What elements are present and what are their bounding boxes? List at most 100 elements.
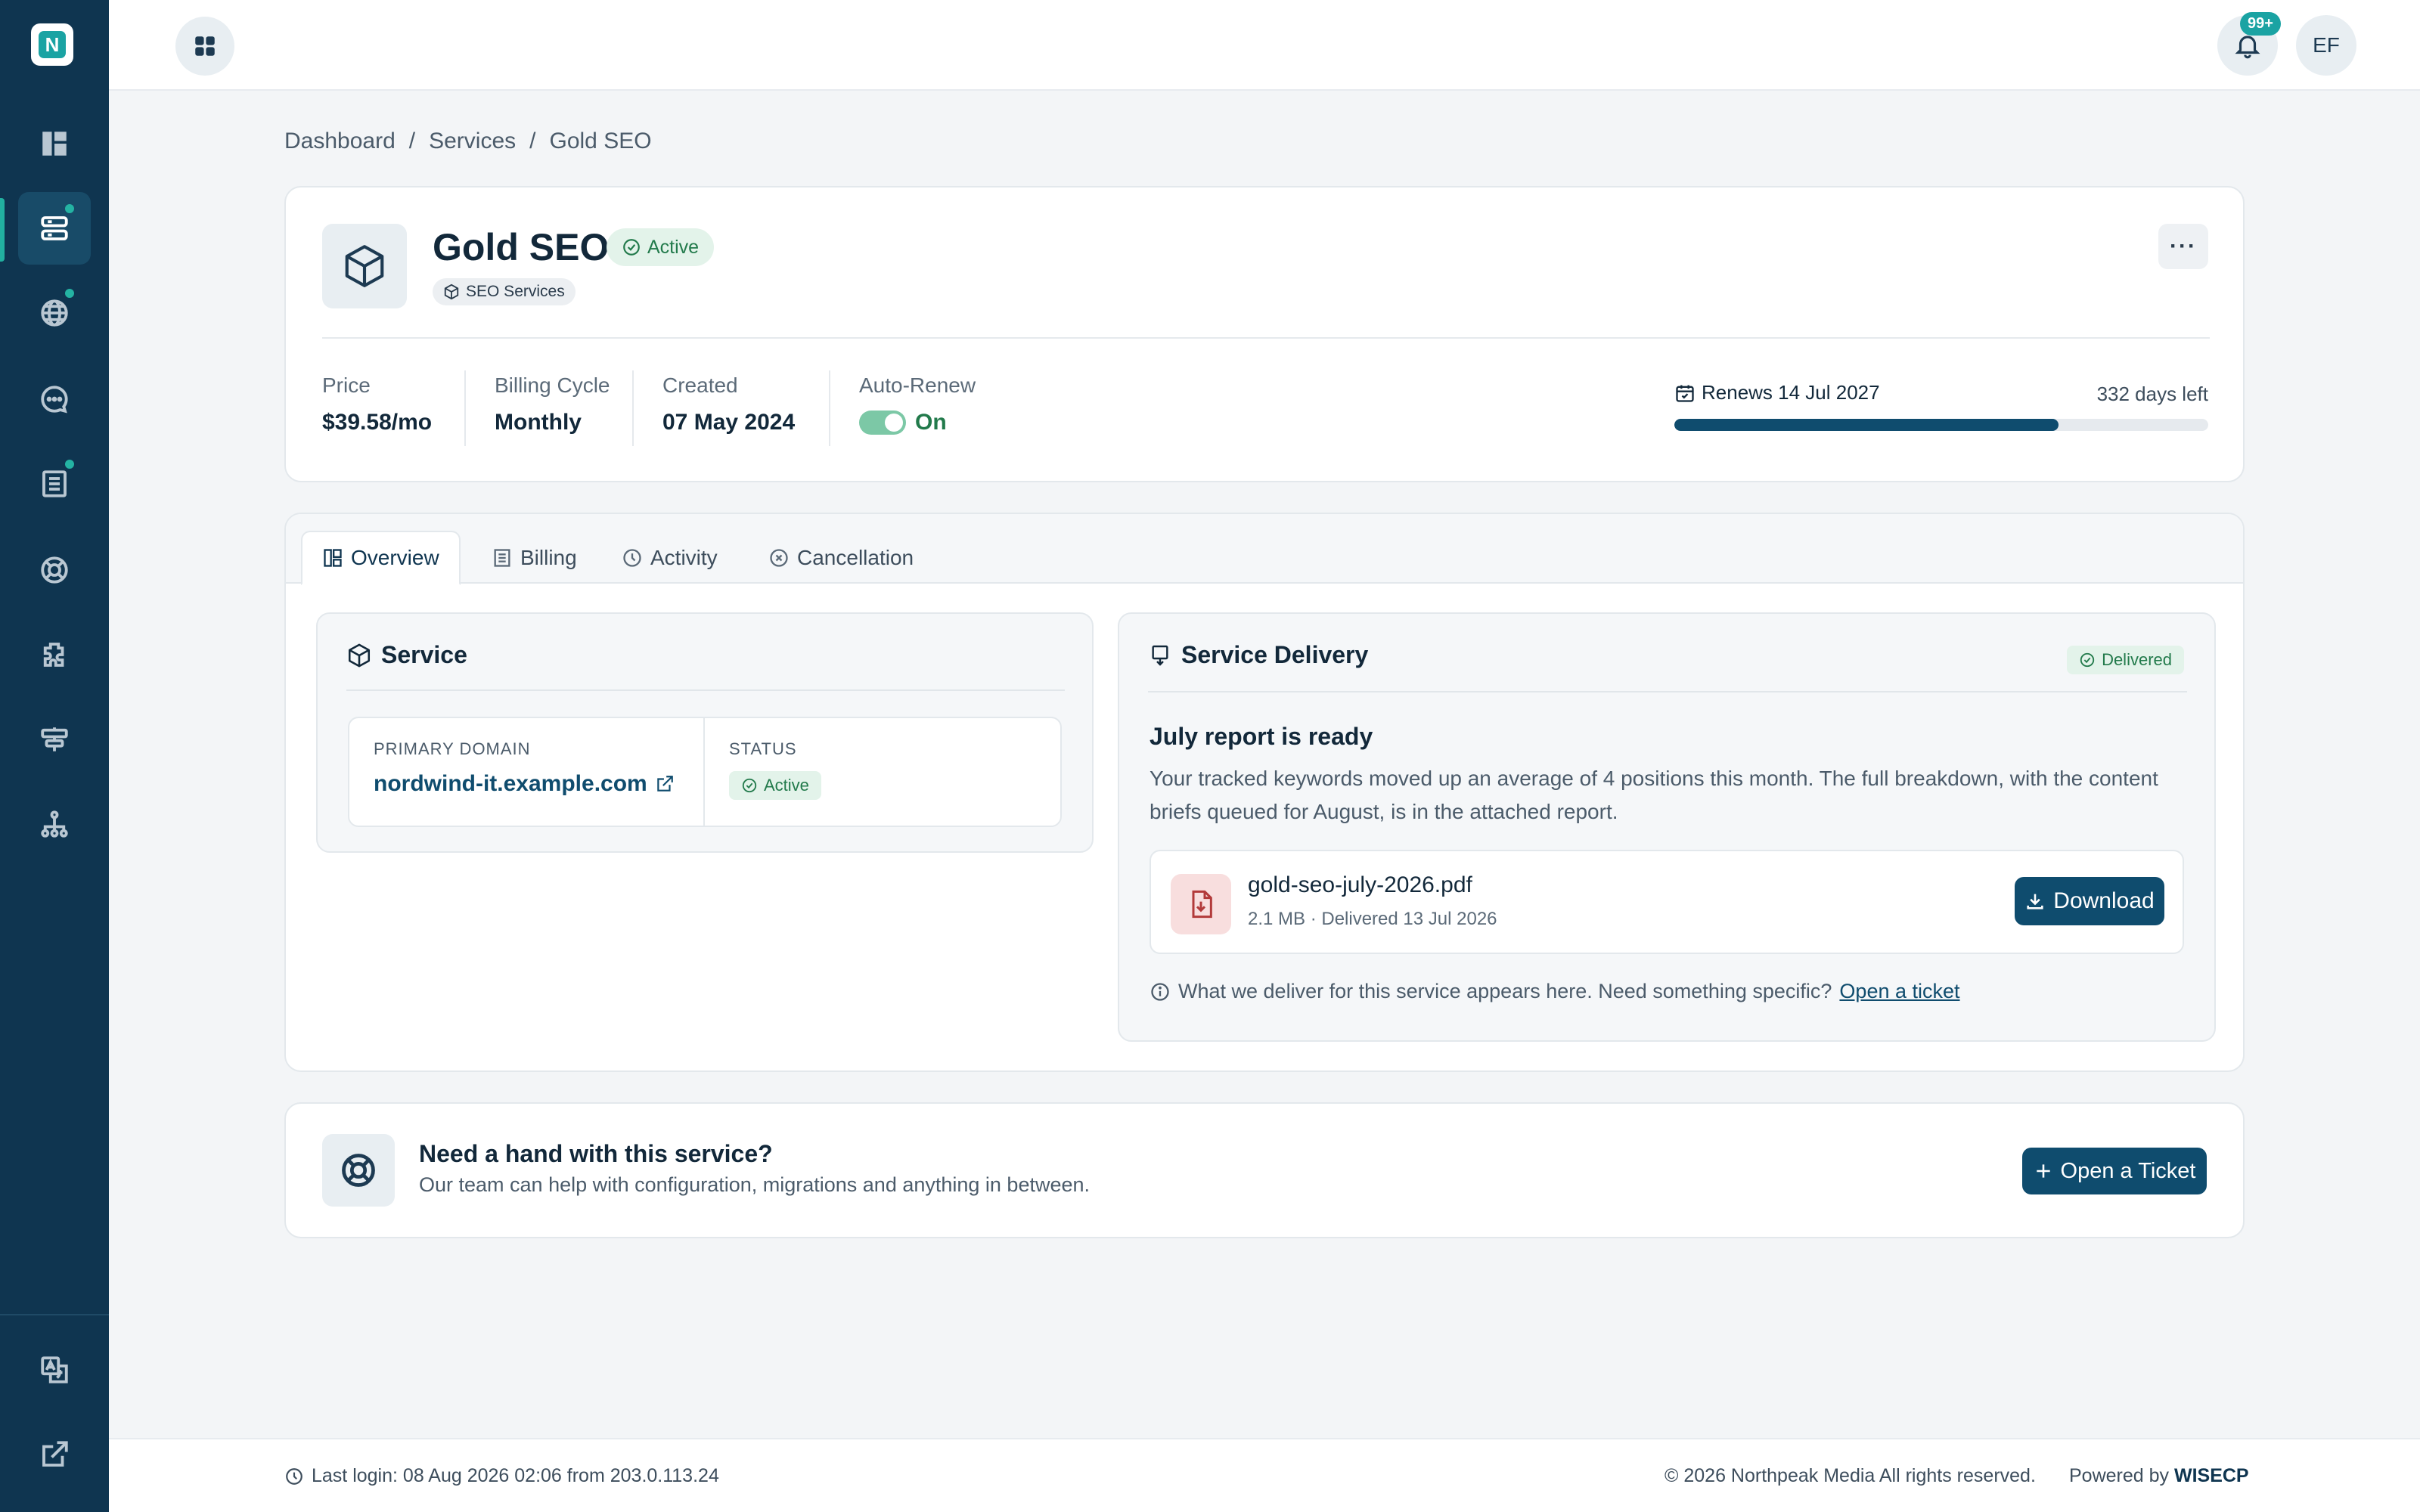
price-stat: Price $39.58/mo: [322, 373, 432, 435]
help-card: Need a hand with this service? Our team …: [284, 1102, 2245, 1238]
powered-by: Powered by WISECP: [2069, 1465, 2249, 1487]
auto-renew-stat: Auto-Renew On: [859, 373, 976, 435]
domain-status-box: PRIMARY DOMAIN nordwind-it.example.com S…: [348, 717, 1062, 827]
box-icon: [348, 643, 371, 667]
price-label: Price: [322, 373, 371, 397]
billing-cycle-value: Monthly: [495, 410, 582, 435]
created-value: 07 May 2024: [662, 410, 796, 435]
tab-cancellation-label: Cancellation: [797, 546, 914, 569]
sidebar: N: [0, 0, 109, 1512]
primary-domain-value: nordwind-it.example.com: [374, 771, 647, 796]
status-column: STATUS Active: [705, 718, 1060, 826]
auto-renew-toggle[interactable]: [859, 411, 906, 435]
footer: Last login: 08 Aug 2026 02:06 from 203.0…: [109, 1438, 2420, 1512]
chat-icon: [41, 386, 68, 414]
sidebar-item-messages[interactable]: [18, 363, 91, 435]
copyright: © 2026 Northpeak Media All rights reserv…: [1665, 1465, 2036, 1486]
download-button[interactable]: Download: [2015, 877, 2164, 925]
powered-by-brand[interactable]: WISECP: [2174, 1465, 2249, 1486]
sidebar-item-domains[interactable]: [18, 277, 91, 349]
breadcrumb-separator: /: [408, 129, 416, 153]
service-section-title: Service: [346, 641, 467, 669]
notification-count-badge: 99+: [2240, 12, 2281, 36]
globe-icon: [41, 299, 68, 327]
breadcrumb-services[interactable]: Services: [429, 129, 516, 154]
plugin-icon: [43, 643, 64, 667]
tab-strip: Overview Billing Activity Cancellation: [286, 514, 2243, 585]
help-subtitle: Our team can help with configuration, mi…: [419, 1173, 1091, 1196]
auto-renew-label: Auto-Renew: [859, 373, 976, 397]
renewal-date: Renews 14 Jul 2027: [1674, 381, 1880, 404]
plus-icon: [2036, 1164, 2050, 1178]
external-link-icon: [42, 1441, 68, 1467]
stat-divider: [829, 370, 830, 446]
services-icon: [41, 216, 68, 240]
attachment-row: gold-seo-july-2026.pdf 2.1 MB · Delivere…: [1150, 850, 2184, 954]
calendar-icon: [1676, 385, 1694, 402]
report-description: Your tracked keywords moved up an averag…: [1150, 767, 2158, 823]
service-section-label: Service: [381, 641, 467, 668]
check-circle-icon: [742, 778, 757, 793]
notification-dot: [65, 289, 74, 298]
notification-dot: [65, 460, 74, 469]
download-icon: [2027, 894, 2043, 909]
breadcrumb-dashboard[interactable]: Dashboard: [284, 129, 396, 154]
apps-grid-icon: [195, 36, 215, 56]
tab-cancellation[interactable]: Cancellation: [749, 531, 933, 585]
open-ticket-link[interactable]: Open a ticket: [1839, 980, 1959, 1003]
renewal-progress-fill: [1674, 419, 2059, 431]
section-divider: [346, 689, 1065, 691]
user-avatar[interactable]: EF: [2296, 15, 2356, 76]
breadcrumb: Dashboard / Services / Gold SEO: [284, 129, 652, 154]
tab-overview-label: Overview: [351, 546, 439, 569]
powered-by-prefix: Powered by: [2069, 1465, 2170, 1486]
sidebar-item-invoices[interactable]: [18, 448, 91, 520]
sidebar-item-dashboard[interactable]: [18, 107, 91, 180]
service-info-card: Service PRIMARY DOMAIN nordwind-it.examp…: [316, 612, 1094, 853]
breadcrumb-separator: /: [529, 129, 536, 153]
check-circle-icon: [623, 239, 640, 256]
invoice-icon: [42, 470, 67, 497]
topbar: 99+ EF: [109, 0, 2420, 91]
sidebar-item-affiliates[interactable]: [18, 788, 91, 860]
sidebar-item-announcements[interactable]: [18, 703, 91, 776]
apps-button[interactable]: [175, 17, 234, 76]
delivered-badge: Delivered: [2067, 646, 2184, 674]
delivery-section-title: Service Delivery: [1148, 641, 1368, 669]
box-icon: [345, 245, 384, 287]
external-link-icon: [656, 776, 673, 792]
open-ticket-button[interactable]: Open a Ticket: [2022, 1148, 2207, 1194]
overview-icon: [324, 549, 342, 567]
tab-overview[interactable]: Overview: [301, 531, 461, 585]
delivery-note-text: What we deliver for this service appears…: [1178, 980, 1832, 1002]
tab-activity[interactable]: Activity: [602, 531, 737, 585]
sidebar-item-support[interactable]: [18, 534, 91, 606]
delivery-icon: [1152, 645, 1168, 666]
billing-cycle-stat: Billing Cycle Monthly: [495, 373, 610, 435]
sidebar-item-services[interactable]: [18, 192, 91, 265]
primary-domain-link[interactable]: nordwind-it.example.com: [374, 771, 679, 797]
attachment-file-name: gold-seo-july-2026.pdf: [1248, 872, 1472, 897]
pdf-file-icon: [1171, 874, 1231, 934]
section-divider: [1148, 691, 2187, 692]
clock-icon: [286, 1467, 302, 1485]
category-chip: SEO Services: [433, 278, 576, 305]
delivery-note: What we deliver for this service appears…: [1150, 980, 1960, 1003]
more-options-button[interactable]: ···: [2158, 224, 2208, 269]
tab-billing[interactable]: Billing: [472, 531, 597, 585]
status-badge: Active: [607, 228, 715, 266]
sidebar-item-external[interactable]: [18, 1418, 91, 1491]
status-label: STATUS: [729, 739, 797, 758]
translate-icon: [41, 1356, 68, 1383]
breadcrumb-current: Gold SEO: [549, 129, 652, 153]
report-title: July report is ready: [1150, 723, 1373, 750]
sidebar-item-addons[interactable]: [18, 618, 91, 691]
sidebar-divider: [0, 1314, 109, 1315]
auto-renew-value: On: [915, 410, 947, 435]
open-ticket-button-label: Open a Ticket: [2060, 1158, 2196, 1183]
logo-mark: N: [39, 31, 66, 58]
sidebar-item-language[interactable]: [18, 1334, 91, 1406]
logo[interactable]: N: [31, 23, 73, 66]
header-divider: [322, 337, 2210, 339]
check-circle-icon: [2080, 652, 2095, 668]
